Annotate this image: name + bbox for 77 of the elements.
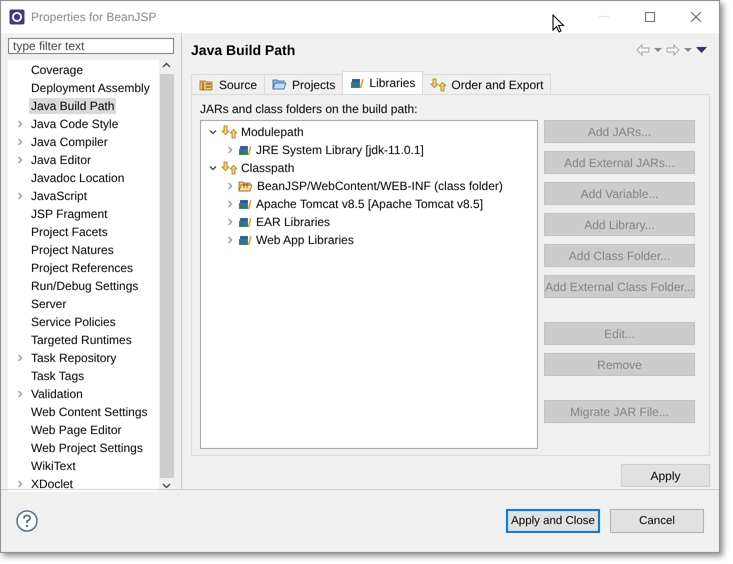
sidebar-item[interactable]: XDoclet [29,476,76,492]
sidebar-item[interactable]: Java Editor [29,152,94,168]
back-arrow-icon[interactable] [636,44,650,56]
sidebar-item[interactable]: Validation [29,386,85,402]
expand-icon[interactable] [226,218,234,226]
folder-icon [238,180,253,192]
tree-item[interactable]: BeanJSP/WebContent/WEB-INF (class folder) [257,179,503,193]
books-icon [238,234,252,246]
sidebar-item[interactable]: Coverage [29,62,86,78]
sidebar-item[interactable]: WikiText [29,458,78,474]
expand-icon[interactable] [16,390,24,398]
tab[interactable]: Libraries [342,71,424,94]
window-title: Properties for BeanJSP [31,10,156,24]
tree-item[interactable]: EAR Libraries [256,215,330,229]
arrows-icon [221,125,237,139]
sidebar-item[interactable]: Run/Debug Settings [29,278,140,294]
expand-icon[interactable] [16,354,24,362]
books-icon [238,144,252,156]
expand-icon[interactable] [16,480,24,488]
app-icon [9,9,25,25]
package-icon [199,78,214,91]
sidebar-item[interactable]: Project References [29,260,136,276]
tree-item[interactable]: Classpath [241,161,294,175]
close-icon[interactable] [691,12,701,22]
collapse-icon[interactable] [209,164,217,172]
expand-icon[interactable] [226,236,234,244]
expand-icon[interactable] [226,182,234,190]
books-icon [238,216,252,228]
sidebar-item[interactable]: Task Tags [29,368,86,384]
sidebar-item[interactable]: Project Facets [29,224,110,240]
sidebar-item[interactable]: Web Page Editor [29,422,124,438]
books-icon [238,198,252,210]
tree-item[interactable]: JRE System Library [jdk-11.0.1] [256,143,424,157]
expand-icon[interactable] [16,156,24,164]
expand-icon[interactable] [226,200,234,208]
maximize-icon[interactable] [645,12,655,22]
sidebar-item[interactable]: Project Natures [29,242,116,258]
scrollbar[interactable] [159,60,174,492]
apply-button[interactable]: Apply [621,464,710,487]
sidebar-item[interactable]: Java Build Path [29,98,116,114]
page-title: Java Build Path [191,42,296,58]
sidebar-item[interactable]: Deployment Assembly [29,80,152,96]
sidebar-item[interactable]: Service Policies [29,314,118,330]
filter-field[interactable]: type filter text [8,38,174,54]
caret-icon[interactable] [654,48,662,52]
dialog-button[interactable]: Apply and Close [506,509,600,533]
tree-item[interactable]: Apache Tomcat v8.5 [Apache Tomcat v8.5] [256,197,484,211]
list-label: JARs and class folders on the build path: [200,102,418,116]
sidebar-item[interactable]: Web Content Settings [29,404,150,420]
tree-item[interactable]: Modulepath [241,125,304,139]
sidebar-item[interactable]: Java Code Style [29,116,120,132]
folder-icon [272,78,288,91]
expand-icon[interactable] [16,120,24,128]
expand-icon[interactable] [16,192,24,200]
sidebar-item[interactable]: Targeted Runtimes [29,332,134,348]
sidebar-item[interactable]: Java Compiler [29,134,110,150]
books-icon [350,77,364,89]
sidebar-item[interactable]: Web Project Settings [29,440,145,456]
caret-icon[interactable] [684,48,692,52]
expand-icon[interactable] [226,146,234,154]
arrows-icon [221,161,237,175]
collapse-icon[interactable] [209,128,217,136]
sidebar-item[interactable]: Task Repository [29,350,118,366]
help-icon[interactable] [16,510,38,532]
sidebar-item[interactable]: Server [29,296,68,312]
sidebar-item[interactable]: Javadoc Location [29,170,126,186]
view-menu-icon[interactable] [696,47,707,53]
tab[interactable]: Projects [264,74,344,94]
arrows-icon [430,78,446,92]
tab[interactable]: Source [191,74,266,94]
sidebar-item[interactable]: JSP Fragment [29,206,110,222]
tab[interactable]: Order and Export [422,74,552,94]
tree-item[interactable]: Web App Libraries [256,233,354,247]
dialog-button[interactable]: Cancel [610,509,704,533]
forward-arrow-icon[interactable] [666,44,680,56]
expand-icon[interactable] [16,138,24,146]
sidebar-item[interactable]: JavaScript [29,188,90,204]
